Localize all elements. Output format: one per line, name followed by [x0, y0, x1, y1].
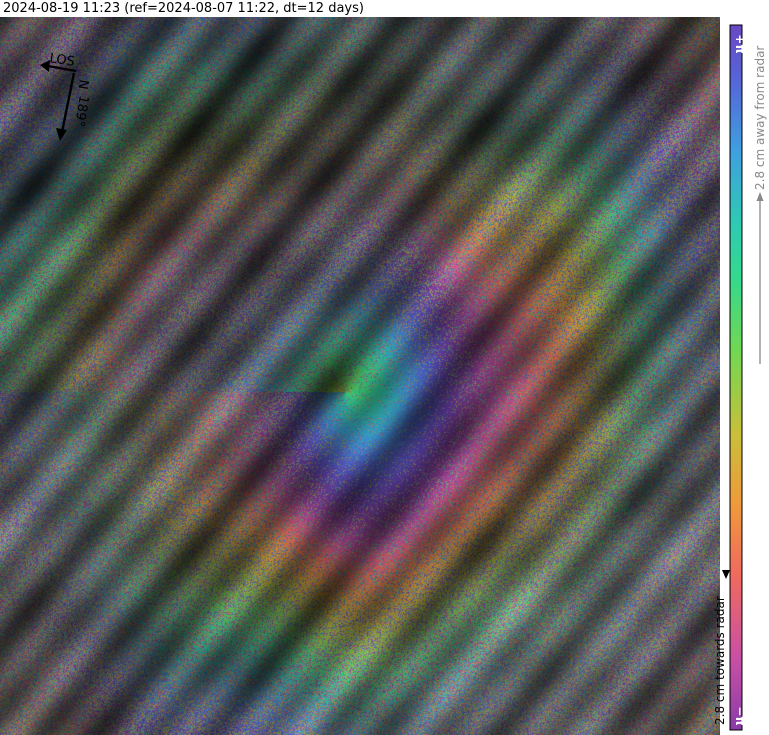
north-arrow-icon	[56, 72, 76, 141]
colorbar-bottom-label: −π	[733, 706, 747, 726]
away-from-radar-label: 2.8 cm away from radar	[753, 46, 767, 190]
away-arrow-icon	[756, 192, 764, 364]
phase-colorbar: +π −π 2.8 cm away from radar	[729, 24, 767, 731]
interferogram-title: 2024-08-19 11:23 (ref=2024-08-07 11:22, …	[3, 1, 364, 16]
north-label: N	[75, 78, 91, 90]
towards-arrow-head-icon	[722, 570, 730, 579]
colorbar-top-label: +π	[733, 34, 747, 54]
heading-label: 189°	[71, 94, 91, 127]
los-compass: LOS N 189°	[40, 51, 91, 141]
colorbar-gradient	[729, 24, 743, 731]
towards-radar-label: 2.8 cm towards radar	[713, 596, 727, 725]
